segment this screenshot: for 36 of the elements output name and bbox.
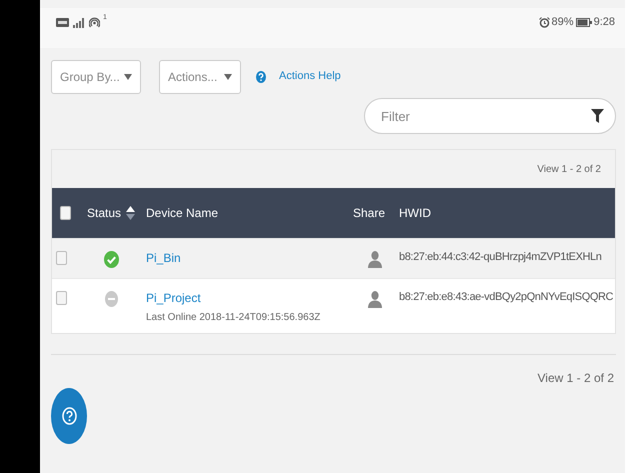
pager-text: View 1 - 2 of 2 xyxy=(538,371,614,385)
hotspot-icon xyxy=(89,16,100,28)
caret-icon xyxy=(224,74,232,80)
device-name-link[interactable]: Pi_Project xyxy=(146,291,353,305)
help-icon xyxy=(62,407,76,425)
battery-percent: 89% xyxy=(552,16,574,28)
person-icon xyxy=(368,251,382,268)
person-icon xyxy=(368,291,382,308)
caret-icon xyxy=(124,74,132,80)
row-checkbox[interactable] xyxy=(56,251,67,265)
sort-icon[interactable] xyxy=(126,206,136,220)
table-row[interactable]: Pi_Bin b8:27:eb:44:c3:42-quBHrzpj4mZVP1tEXHLn xyxy=(52,238,615,278)
signal-icon xyxy=(72,16,86,28)
group-by-dropdown[interactable]: Group By... xyxy=(51,60,141,94)
actions-dropdown[interactable]: Actions... xyxy=(159,60,241,94)
column-header: HWID xyxy=(398,206,432,220)
clock: 9:28 xyxy=(594,16,615,28)
column-header[interactable]: Device Name xyxy=(142,206,353,220)
filter-icon[interactable] xyxy=(591,109,604,123)
select-all-checkbox[interactable] xyxy=(60,206,71,220)
device-name-link[interactable]: Pi_Bin xyxy=(146,251,353,265)
row-checkbox[interactable] xyxy=(56,291,67,305)
help-button[interactable] xyxy=(51,388,87,444)
alarm-icon xyxy=(538,16,550,28)
check-circle-icon xyxy=(104,251,118,268)
help-icon xyxy=(256,71,266,83)
column-header: Share xyxy=(353,206,386,220)
minus-circle-icon xyxy=(104,291,118,307)
hwid-text: b8:27:eb:e8:43:ae-vdBQy2pQnNYvEqISQQRC xyxy=(399,291,614,303)
filter-field[interactable]: Filter xyxy=(364,98,616,134)
last-online-text: Last Online 2018-11-24T09:15:56.963Z xyxy=(146,312,322,323)
pager-text: View 1 - 2 of 2 xyxy=(537,164,601,174)
battery-icon xyxy=(576,18,592,26)
hwid-text: b8:27:eb:44:c3:42-quBHrzpj4mZVP1tEXHLn xyxy=(399,251,602,263)
actions-help-link[interactable]: Actions Help xyxy=(279,70,341,82)
column-header[interactable]: Status xyxy=(87,206,122,220)
